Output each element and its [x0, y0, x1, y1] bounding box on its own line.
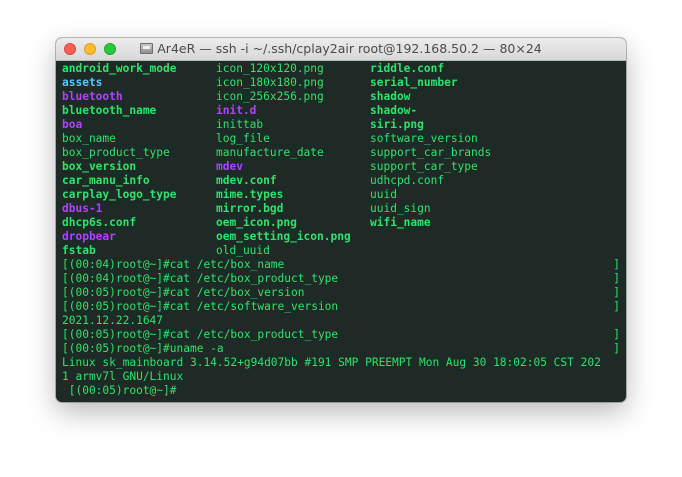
listing-row: assets icon_180x180.png serial_number	[62, 76, 622, 90]
listing-row: dhcp6s.conf oem_icon.png wifi_name	[62, 216, 622, 230]
prompt-end-bracket: ]	[613, 342, 620, 355]
session-line-text: 1 armv7l GNU/Linux	[62, 370, 184, 383]
file-entry: support_car_type	[370, 160, 478, 173]
session-line: [(00:05)root@~]#cat /etc/box_product_typ…	[62, 328, 622, 342]
session-line-text: [(00:05)root@~]#uname -a	[62, 342, 224, 355]
file-entry: bluetooth	[62, 90, 123, 103]
file-entry: inittab	[216, 118, 264, 131]
terminal-content[interactable]: android_work_mode icon_120x120.png riddle.…	[62, 62, 622, 402]
terminal-window: Ar4eR — ssh -i ~/.ssh/cplay2air root@192…	[56, 38, 626, 402]
session-line: [(00:04)root@~]#cat /etc/box_name]	[62, 258, 622, 272]
file-entry: oem_icon.png	[216, 216, 297, 229]
file-entry: mdev	[216, 160, 243, 173]
file-entry: box_name	[62, 132, 116, 145]
session-line: Linux sk_mainboard 3.14.52+g94d07bb #191…	[62, 356, 622, 370]
command-session: [(00:04)root@~]#cat /etc/box_name] [(00:0…	[62, 258, 622, 398]
listing-row: box_name log_file software_version	[62, 132, 622, 146]
session-line: 2021.12.22.1647	[62, 314, 622, 328]
session-line: 1 armv7l GNU/Linux	[62, 370, 622, 384]
file-entry: old_uuid	[216, 244, 270, 257]
file-entry: bluetooth_name	[62, 104, 157, 117]
listing-row: bluetooth_name init.d shadow-	[62, 104, 622, 118]
file-listing: android_work_mode icon_120x120.png riddle.…	[62, 62, 622, 258]
file-entry: manufacture_date	[216, 146, 324, 159]
session-line-text: [(00:04)root@~]#cat /etc/box_product_typ…	[62, 272, 339, 285]
file-entry: serial_number	[370, 76, 458, 89]
file-entry: box_product_type	[62, 146, 170, 159]
prompt-end-bracket: ]	[613, 328, 620, 341]
file-entry: uuid	[370, 188, 397, 201]
file-entry: fstab	[62, 244, 96, 257]
prompt-end-bracket: ]	[613, 258, 620, 271]
prompt-end-bracket: ]	[613, 300, 620, 313]
file-entry: dropbear	[62, 230, 116, 243]
session-line-text: [(00:05)root@~]#cat /etc/software_versio…	[62, 300, 339, 313]
file-entry: assets	[62, 76, 103, 89]
session-line: [(00:05)root@~]#cat /etc/box_version]	[62, 286, 622, 300]
file-entry: android_work_mode	[62, 62, 177, 75]
session-line: [(00:05)root@~]#cat /etc/software_versio…	[62, 300, 622, 314]
listing-row: dbus-1 mirror.bgd uuid_sign	[62, 202, 622, 216]
listing-row: car_manu_info mdev.conf udhcpd.conf	[62, 174, 622, 188]
session-line-text: Linux sk_mainboard 3.14.52+g94d07bb #191…	[62, 356, 601, 369]
file-entry: mdev.conf	[216, 174, 277, 187]
prompt-end-bracket: ]	[613, 286, 620, 299]
file-entry: oem_setting_icon.png	[216, 230, 351, 243]
window-title: Ar4eR — ssh -i ~/.ssh/cplay2air root@192…	[56, 38, 626, 60]
listing-row: box_product_type manufacture_date support_…	[62, 146, 622, 160]
disk-icon	[140, 43, 154, 54]
file-entry: car_manu_info	[62, 174, 150, 187]
file-entry: shadow	[370, 90, 411, 103]
title-bar[interactable]: Ar4eR — ssh -i ~/.ssh/cplay2air root@192…	[56, 38, 626, 61]
session-line: [(00:04)root@~]#cat /etc/box_product_typ…	[62, 272, 622, 286]
command-prompt[interactable]: [(00:05)root@~]#	[62, 384, 622, 398]
window-title-text: Ar4eR — ssh -i ~/.ssh/cplay2air root@192…	[157, 41, 542, 56]
session-line-text: [(00:05)root@~]#	[62, 384, 177, 397]
file-entry: boa	[62, 118, 83, 131]
session-line-text: 2021.12.22.1647	[62, 314, 164, 327]
file-entry: icon_256x256.png	[216, 90, 324, 103]
file-entry: shadow-	[370, 104, 418, 117]
listing-row: carplay_logo_type mime.types uuid	[62, 188, 622, 202]
session-line-text: [(00:05)root@~]#cat /etc/box_version	[62, 286, 305, 299]
file-entry: udhcpd.conf	[370, 174, 445, 187]
listing-row: dropbear oem_setting_icon.png	[62, 230, 622, 244]
file-entry: riddle.conf	[370, 62, 445, 75]
listing-row: android_work_mode icon_120x120.png riddle.…	[62, 62, 622, 76]
session-line-text: [(00:04)root@~]#cat /etc/box_name	[62, 258, 285, 271]
listing-row: bluetooth icon_256x256.png shadow	[62, 90, 622, 104]
file-entry: box_version	[62, 160, 137, 173]
file-entry: wifi_name	[370, 216, 431, 229]
file-entry: mirror.bgd	[216, 202, 284, 215]
file-entry: siri.png	[370, 118, 424, 131]
prompt-end-bracket: ]	[613, 272, 620, 285]
file-entry: carplay_logo_type	[62, 188, 177, 201]
listing-row: boa inittab siri.png	[62, 118, 622, 132]
session-line: [(00:05)root@~]#uname -a]	[62, 342, 622, 356]
file-entry: support_car_brands	[370, 146, 492, 159]
file-entry: log_file	[216, 132, 270, 145]
file-entry: dhcp6s.conf	[62, 216, 137, 229]
file-entry: uuid_sign	[370, 202, 431, 215]
listing-row: box_version mdev support_car_type	[62, 160, 622, 174]
listing-row: fstab old_uuid	[62, 244, 622, 258]
file-entry: icon_120x120.png	[216, 62, 324, 75]
file-entry: dbus-1	[62, 202, 103, 215]
file-entry: icon_180x180.png	[216, 76, 324, 89]
file-entry: mime.types	[216, 188, 284, 201]
file-entry: software_version	[370, 132, 478, 145]
session-line-text: [(00:05)root@~]#cat /etc/box_product_typ…	[62, 328, 339, 341]
file-entry: init.d	[216, 104, 257, 117]
